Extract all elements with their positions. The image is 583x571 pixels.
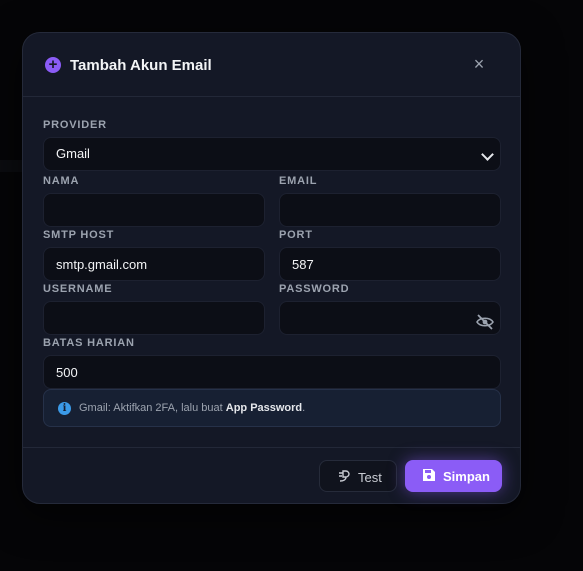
chevron-down-icon xyxy=(481,148,494,161)
info-text: Gmail: Aktifkan 2FA, lalu buat App Passw… xyxy=(79,402,305,414)
port-input[interactable] xyxy=(279,247,501,281)
info-text-bold: App Password xyxy=(225,402,303,414)
email-input[interactable] xyxy=(279,193,501,227)
password-field[interactable] xyxy=(279,301,501,335)
save-button-label: Simpan xyxy=(443,469,490,484)
close-button[interactable]: × xyxy=(470,55,488,73)
eye-off-icon[interactable] xyxy=(476,310,494,342)
info-text-suffix: . xyxy=(302,402,306,414)
username-label: USERNAME xyxy=(43,283,113,295)
plus-circle-icon: + xyxy=(45,57,61,73)
port-label: PORT xyxy=(279,229,313,241)
info-text-prefix: Gmail: Aktifkan 2FA, lalu buat xyxy=(79,402,226,414)
provider-label: PROVIDER xyxy=(43,119,107,131)
provider-value: Gmail xyxy=(56,146,90,161)
provider-select[interactable]: Gmail xyxy=(43,137,501,171)
smtp-host-label: SMTP HOST xyxy=(43,229,115,241)
floppy-disk-icon xyxy=(422,468,436,485)
test-button[interactable]: Test xyxy=(319,460,397,492)
add-email-account-modal: + Tambah Akun Email × PROVIDER Gmail NAM… xyxy=(22,32,521,504)
plug-icon xyxy=(337,469,351,486)
modal-title: Tambah Akun Email xyxy=(70,57,212,74)
save-button[interactable]: Simpan xyxy=(405,460,502,492)
modal-header: + Tambah Akun Email × xyxy=(23,33,520,97)
password-label: PASSWORD xyxy=(279,283,350,295)
nama-input[interactable] xyxy=(43,193,265,227)
nama-label: NAMA xyxy=(43,175,80,187)
batas-harian-input[interactable] xyxy=(43,355,501,389)
username-input[interactable] xyxy=(43,301,265,335)
test-button-label: Test xyxy=(358,470,382,485)
smtp-host-input[interactable] xyxy=(43,247,265,281)
footer-divider xyxy=(23,447,520,448)
batas-harian-label: BATAS HARIAN xyxy=(43,337,135,349)
info-icon: i xyxy=(58,402,71,415)
info-box: i Gmail: Aktifkan 2FA, lalu buat App Pas… xyxy=(43,389,501,427)
email-label: EMAIL xyxy=(279,175,318,187)
backdrop-shape xyxy=(0,160,22,172)
